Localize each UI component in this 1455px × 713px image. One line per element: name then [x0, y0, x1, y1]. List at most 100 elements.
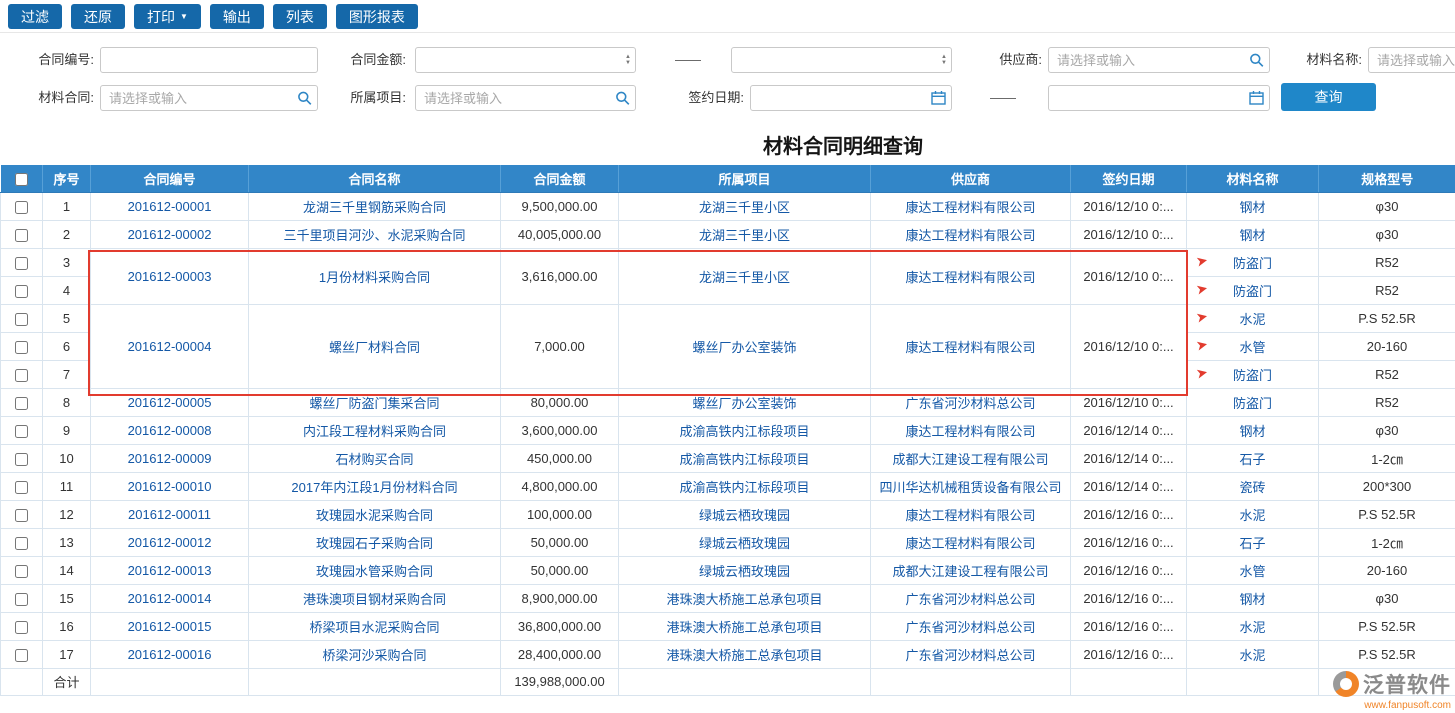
row-select-checkbox[interactable]: [15, 649, 28, 662]
supplier-link[interactable]: 康达工程材料有限公司: [905, 200, 1035, 215]
row-select-checkbox[interactable]: [15, 313, 28, 326]
supplier-link[interactable]: 康达工程材料有限公司: [905, 508, 1035, 523]
material-name-input[interactable]: [1368, 47, 1455, 73]
contract-no-link[interactable]: 201612-00010: [128, 479, 212, 494]
project-link[interactable]: 龙湖三千里小区: [699, 228, 790, 243]
material-link[interactable]: 防盗门: [1233, 396, 1272, 411]
contract-no-link[interactable]: 201612-00012: [128, 535, 212, 550]
print-button[interactable]: 打印▼: [134, 4, 201, 29]
row-select-checkbox[interactable]: [15, 257, 28, 270]
contract-no-link[interactable]: 201612-00011: [128, 507, 211, 522]
material-link[interactable]: 水泥: [1239, 648, 1265, 663]
supplier-link[interactable]: 康达工程材料有限公司: [905, 228, 1035, 243]
material-link[interactable]: 防盗门: [1233, 284, 1272, 299]
calendar-icon[interactable]: [1249, 91, 1264, 106]
sign-date-to-input[interactable]: [1048, 85, 1270, 111]
material-link[interactable]: 瓷砖: [1239, 480, 1265, 495]
project-link[interactable]: 绿城云栖玫瑰园: [699, 508, 790, 523]
row-select-checkbox[interactable]: [15, 621, 28, 634]
project-link[interactable]: 绿城云栖玫瑰园: [699, 536, 790, 551]
supplier-link[interactable]: 广东省河沙材料总公司: [905, 592, 1035, 607]
row-select-checkbox[interactable]: [15, 285, 28, 298]
query-button[interactable]: 查询: [1281, 83, 1376, 111]
contract-name-link[interactable]: 螺丝厂材料合同: [329, 340, 420, 355]
contract-no-link[interactable]: 201612-00015: [128, 619, 212, 634]
contract-no-link[interactable]: 201612-00005: [128, 395, 212, 410]
supplier-link[interactable]: 四川华达机械租赁设备有限公司: [879, 480, 1061, 495]
project-link[interactable]: 港珠澳大桥施工总承包项目: [666, 648, 822, 663]
contract-no-link[interactable]: 201612-00008: [128, 423, 212, 438]
project-link[interactable]: 港珠澳大桥施工总承包项目: [666, 620, 822, 635]
material-link[interactable]: 水泥: [1239, 620, 1265, 635]
material-link[interactable]: 钢材: [1239, 592, 1265, 607]
material-link[interactable]: 钢材: [1239, 424, 1265, 439]
contract-name-link[interactable]: 桥梁河沙采购合同: [322, 648, 426, 663]
contract-name-link[interactable]: 玫瑰园水泥采购合同: [316, 508, 433, 523]
row-select-checkbox[interactable]: [15, 341, 28, 354]
search-icon[interactable]: [297, 91, 312, 106]
filter-button[interactable]: 过滤: [8, 4, 62, 29]
project-link[interactable]: 龙湖三千里小区: [699, 270, 790, 285]
contract-name-link[interactable]: 桥梁项目水泥采购合同: [309, 620, 439, 635]
search-icon[interactable]: [615, 91, 630, 106]
material-link[interactable]: 水管: [1239, 340, 1265, 355]
row-select-checkbox[interactable]: [15, 509, 28, 522]
contract-name-link[interactable]: 龙湖三千里钢筋采购合同: [303, 200, 446, 215]
stepper-icon[interactable]: ▲▼: [941, 54, 947, 66]
contract-name-link[interactable]: 2017年内江段1月份材料合同: [291, 480, 457, 495]
material-link[interactable]: 防盗门: [1233, 256, 1272, 271]
supplier-link[interactable]: 广东省河沙材料总公司: [905, 620, 1035, 635]
contract-no-link[interactable]: 201612-00016: [128, 647, 212, 662]
supplier-link[interactable]: 广东省河沙材料总公司: [905, 396, 1035, 411]
material-link[interactable]: 防盗门: [1233, 368, 1272, 383]
project-link[interactable]: 绿城云栖玫瑰园: [699, 564, 790, 579]
supplier-link[interactable]: 成都大江建设工程有限公司: [892, 564, 1048, 579]
project-link[interactable]: 成渝高铁内江标段项目: [679, 424, 809, 439]
project-link[interactable]: 成渝高铁内江标段项目: [679, 452, 809, 467]
contract-no-link[interactable]: 201612-00009: [128, 451, 212, 466]
row-select-checkbox[interactable]: [15, 229, 28, 242]
contract-no-link[interactable]: 201612-00013: [128, 563, 212, 578]
material-link[interactable]: 石子: [1239, 536, 1265, 551]
contract-name-link[interactable]: 1月份材料采购合同: [319, 270, 430, 285]
select-all-checkbox[interactable]: [15, 173, 28, 186]
supplier-link[interactable]: 康达工程材料有限公司: [905, 340, 1035, 355]
row-select-checkbox[interactable]: [15, 397, 28, 410]
restore-button[interactable]: 还原: [71, 4, 125, 29]
supplier-link[interactable]: 广东省河沙材料总公司: [905, 648, 1035, 663]
row-select-checkbox[interactable]: [15, 453, 28, 466]
amount-from-input[interactable]: [415, 47, 636, 73]
supplier-link[interactable]: 成都大江建设工程有限公司: [892, 452, 1048, 467]
graph-report-button[interactable]: 图形报表: [336, 4, 418, 29]
search-icon[interactable]: [1249, 53, 1264, 68]
amount-to-input[interactable]: [731, 47, 952, 73]
contract-name-link[interactable]: 石材购买合同: [335, 452, 413, 467]
row-select-checkbox[interactable]: [15, 537, 28, 550]
export-button[interactable]: 输出: [210, 4, 264, 29]
contract-name-link[interactable]: 螺丝厂防盗门集采合同: [309, 396, 439, 411]
supplier-link[interactable]: 康达工程材料有限公司: [905, 536, 1035, 551]
material-link[interactable]: 水泥: [1239, 312, 1265, 327]
contract-no-link[interactable]: 201612-00004: [128, 339, 212, 354]
material-link[interactable]: 石子: [1239, 452, 1265, 467]
contract-name-link[interactable]: 玫瑰园石子采购合同: [316, 536, 433, 551]
project-link[interactable]: 成渝高铁内江标段项目: [679, 480, 809, 495]
contract-no-input[interactable]: [100, 47, 318, 73]
row-select-checkbox[interactable]: [15, 369, 28, 382]
material-link[interactable]: 水泥: [1239, 508, 1265, 523]
project-link[interactable]: 龙湖三千里小区: [699, 200, 790, 215]
contract-name-link[interactable]: 玫瑰园水管采购合同: [316, 564, 433, 579]
calendar-icon[interactable]: [931, 91, 946, 106]
row-select-checkbox[interactable]: [15, 481, 28, 494]
project-input[interactable]: [415, 85, 636, 111]
material-contract-input[interactable]: [100, 85, 318, 111]
project-link[interactable]: 港珠澳大桥施工总承包项目: [666, 592, 822, 607]
contract-no-link[interactable]: 201612-00003: [128, 269, 212, 284]
contract-name-link[interactable]: 内江段工程材料采购合同: [303, 424, 446, 439]
material-link[interactable]: 钢材: [1239, 228, 1265, 243]
project-link[interactable]: 螺丝厂办公室装饰: [692, 340, 796, 355]
material-link[interactable]: 钢材: [1239, 200, 1265, 215]
supplier-input[interactable]: [1048, 47, 1270, 73]
row-select-checkbox[interactable]: [15, 425, 28, 438]
contract-name-link[interactable]: 港珠澳项目钢材采购合同: [303, 592, 446, 607]
